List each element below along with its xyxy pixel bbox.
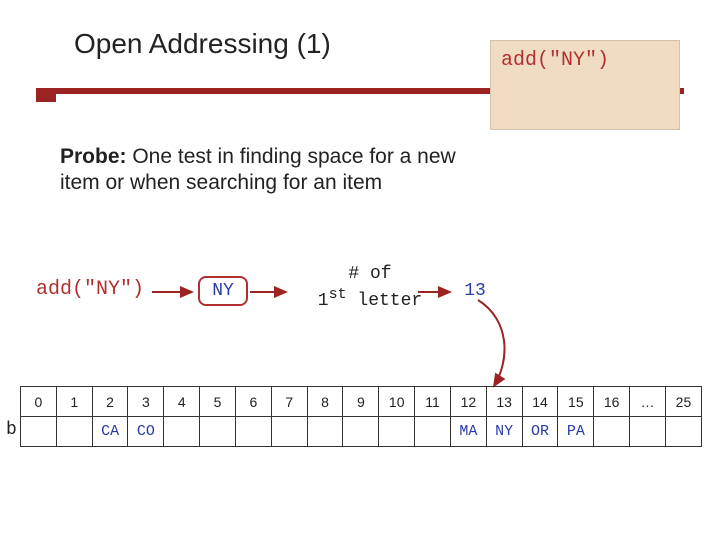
index-cell: 6 xyxy=(235,387,271,417)
value-cell xyxy=(56,417,92,447)
title-underline-accent xyxy=(36,88,56,102)
index-cell: 16 xyxy=(594,387,630,417)
value-cell: CA xyxy=(92,417,128,447)
value-cell xyxy=(343,417,379,447)
index-cell: 12 xyxy=(450,387,486,417)
index-cell: 9 xyxy=(343,387,379,417)
add-call-label: add("NY") xyxy=(36,278,144,301)
value-cell xyxy=(164,417,200,447)
index-cell: 25 xyxy=(665,387,701,417)
value-cell xyxy=(594,417,630,447)
index-cell: 7 xyxy=(271,387,307,417)
arrow-hash-to-result xyxy=(418,286,458,298)
value-cell: NY xyxy=(486,417,522,447)
value-cell: MA xyxy=(450,417,486,447)
index-cell: 3 xyxy=(128,387,164,417)
value-cell xyxy=(235,417,271,447)
index-cell: 8 xyxy=(307,387,343,417)
arrow-result-to-cell xyxy=(470,300,550,396)
hash-line-1: # of xyxy=(290,264,450,286)
value-cell xyxy=(379,417,415,447)
value-row: CA CO MA NY OR PA xyxy=(21,417,702,447)
probe-definition: Probe: One test in finding space for a n… xyxy=(60,144,460,197)
arrow-add-to-ny xyxy=(152,286,200,298)
index-cell: 14 xyxy=(522,387,558,417)
index-cell: 2 xyxy=(92,387,128,417)
probe-label: Probe: xyxy=(60,145,127,168)
index-cell: 11 xyxy=(415,387,451,417)
index-cell: … xyxy=(630,387,666,417)
index-cell: 1 xyxy=(56,387,92,417)
value-cell xyxy=(630,417,666,447)
index-cell: 4 xyxy=(164,387,200,417)
value-cell xyxy=(307,417,343,447)
index-row: 0 1 2 3 4 5 6 7 8 9 10 11 12 13 14 15 16… xyxy=(21,387,702,417)
index-cell: 10 xyxy=(379,387,415,417)
value-cell xyxy=(200,417,236,447)
value-cell: PA xyxy=(558,417,594,447)
array-name-label: b xyxy=(6,420,17,440)
value-cell: CO xyxy=(128,417,164,447)
value-cell: OR xyxy=(522,417,558,447)
call-box: add("NY") xyxy=(490,40,680,130)
value-cell xyxy=(415,417,451,447)
index-cell: 5 xyxy=(200,387,236,417)
value-cell xyxy=(21,417,57,447)
hash-table: 0 1 2 3 4 5 6 7 8 9 10 11 12 13 14 15 16… xyxy=(20,386,702,447)
value-cell xyxy=(271,417,307,447)
arrow-ny-to-hash xyxy=(250,286,294,298)
index-cell: 0 xyxy=(21,387,57,417)
index-cell: 15 xyxy=(558,387,594,417)
hash-input-box: NY xyxy=(198,276,248,306)
index-cell: 13 xyxy=(486,387,522,417)
value-cell xyxy=(665,417,701,447)
